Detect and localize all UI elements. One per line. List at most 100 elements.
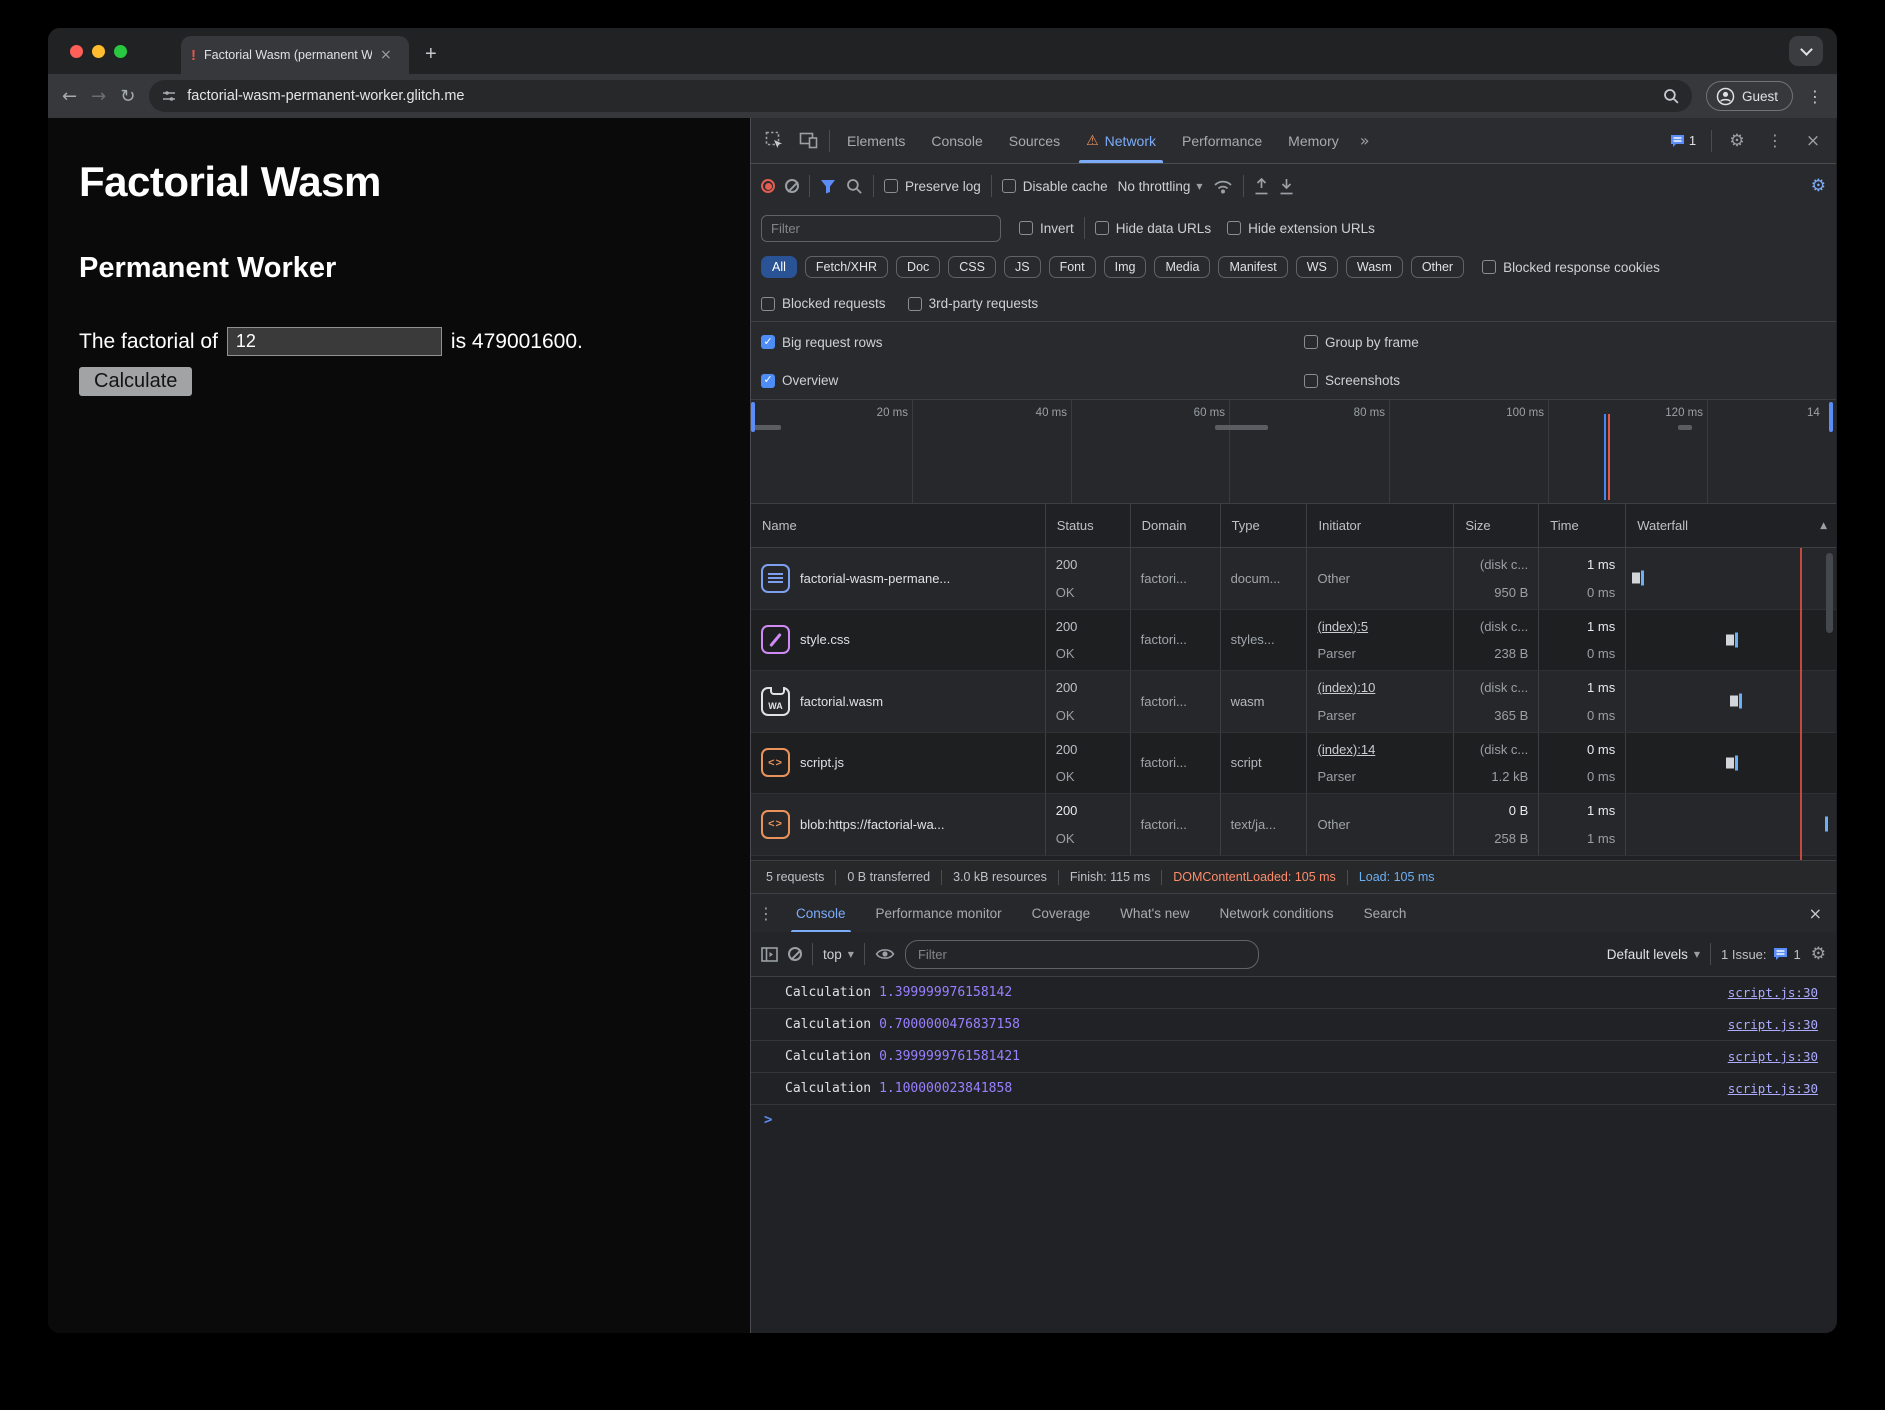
maximize-window-button[interactable] [114, 45, 127, 58]
settings-gear-icon[interactable]: ⚙ [1720, 131, 1754, 151]
tab-memory[interactable]: Memory [1275, 118, 1352, 163]
blocked-requests-option[interactable]: Blocked requests [761, 296, 886, 311]
filter-chip-css[interactable]: CSS [948, 256, 996, 278]
source-link[interactable]: script.js:30 [1728, 1049, 1818, 1064]
console-prompt[interactable]: > [751, 1105, 1836, 1135]
table-scrollbar[interactable] [1826, 553, 1833, 633]
blocked-response-cookies-option[interactable]: Blocked response cookies [1482, 260, 1660, 275]
address-bar[interactable]: factorial-wasm-permanent-worker.glitch.m… [149, 80, 1692, 112]
disable-cache-option[interactable]: Disable cache [1002, 179, 1108, 194]
filter-chip-fetchxhr[interactable]: Fetch/XHR [805, 256, 888, 278]
initiator-link[interactable]: (index):5 [1317, 619, 1453, 634]
log-levels-dropdown[interactable]: Default levels ▼ [1607, 947, 1700, 962]
console-message[interactable]: Calculation 0.3999999761581421 script.js… [751, 1041, 1836, 1073]
filter-chip-manifest[interactable]: Manifest [1218, 256, 1287, 278]
console-message[interactable]: Calculation 0.7000000476837158 script.js… [751, 1009, 1836, 1041]
browser-tab[interactable]: ! Factorial Wasm (permanent W × [181, 36, 409, 74]
hide-extension-urls-checkbox[interactable] [1227, 221, 1241, 235]
source-link[interactable]: script.js:30 [1728, 1017, 1818, 1032]
overview-option[interactable]: Overview [761, 373, 838, 388]
console-issues-counter[interactable]: 1 Issue: 1 [1721, 947, 1801, 962]
clear-console-icon[interactable] [788, 947, 802, 961]
group-by-frame-checkbox[interactable] [1304, 335, 1318, 349]
tab-elements[interactable]: Elements [834, 118, 918, 163]
console-sidebar-toggle-icon[interactable] [761, 947, 778, 962]
network-settings-icon[interactable]: ⚙ [1811, 176, 1826, 196]
blocked-response-cookies-checkbox[interactable] [1482, 260, 1496, 274]
group-by-frame-option[interactable]: Group by frame [1304, 335, 1419, 350]
source-link[interactable]: script.js:30 [1728, 985, 1818, 1000]
filter-chip-font[interactable]: Font [1049, 256, 1096, 278]
disable-cache-checkbox[interactable] [1002, 179, 1016, 193]
search-icon[interactable] [846, 178, 863, 195]
third-party-requests-checkbox[interactable] [908, 297, 922, 311]
export-har-icon[interactable] [1279, 178, 1294, 195]
factorial-input[interactable] [227, 327, 442, 356]
throttling-dropdown[interactable]: No throttling ▼ [1118, 179, 1203, 194]
drawer-tab-performance-monitor[interactable]: Performance monitor [861, 894, 1017, 932]
new-tab-button[interactable]: + [425, 43, 437, 66]
network-overview-timeline[interactable]: 20 ms 40 ms 60 ms 80 ms 100 ms 120 ms 14 [751, 400, 1836, 504]
tab-performance[interactable]: Performance [1169, 118, 1275, 163]
timeline-left-handle[interactable] [751, 402, 755, 432]
drawer-tab-network-conditions[interactable]: Network conditions [1205, 894, 1349, 932]
drawer-menu-icon[interactable]: ⋮ [751, 894, 781, 932]
tab-close-icon[interactable]: × [380, 47, 392, 63]
reload-button[interactable]: ↻ [120, 86, 135, 107]
request-row-script[interactable]: <> script.js 200OK factori... script (in… [751, 733, 1836, 795]
filter-chip-all[interactable]: All [761, 256, 797, 278]
filter-chip-doc[interactable]: Doc [896, 256, 940, 278]
close-devtools-icon[interactable]: × [1796, 131, 1830, 151]
big-request-rows-option[interactable]: Big request rows [761, 335, 883, 350]
column-header-type[interactable]: Type [1221, 504, 1308, 547]
console-message[interactable]: Calculation 1.100000023841858 script.js:… [751, 1073, 1836, 1105]
request-row-wasm[interactable]: WA factorial.wasm 200OK factori... wasm … [751, 671, 1836, 733]
big-request-rows-checkbox[interactable] [761, 335, 775, 349]
filter-funnel-icon[interactable] [820, 179, 836, 194]
devtools-menu-icon[interactable]: ⋮ [1758, 131, 1792, 150]
browser-menu-icon[interactable]: ⋮ [1807, 87, 1823, 106]
filter-chip-wasm[interactable]: Wasm [1346, 256, 1403, 278]
more-tabs-icon[interactable]: » [1352, 118, 1378, 163]
drawer-tab-coverage[interactable]: Coverage [1017, 894, 1106, 932]
minimize-window-button[interactable] [92, 45, 105, 58]
screenshots-option[interactable]: Screenshots [1304, 373, 1400, 388]
console-settings-icon[interactable]: ⚙ [1811, 944, 1826, 964]
filter-chip-media[interactable]: Media [1154, 256, 1210, 278]
request-row-document[interactable]: factorial-wasm-permane... 200OK factori.… [751, 548, 1836, 610]
issues-counter[interactable]: 1 [1663, 133, 1703, 148]
filter-chip-ws[interactable]: WS [1296, 256, 1338, 278]
request-row-blob[interactable]: <> blob:https://factorial-wa... 200OK fa… [751, 794, 1836, 856]
request-row-stylesheet[interactable]: style.css 200OK factori... styles... (in… [751, 610, 1836, 672]
hide-data-urls-checkbox[interactable] [1095, 221, 1109, 235]
back-button[interactable]: ← [62, 86, 77, 107]
console-filter-input[interactable] [905, 940, 1259, 969]
zoom-icon[interactable] [1663, 88, 1680, 105]
initiator-link[interactable]: (index):10 [1317, 680, 1453, 695]
live-expression-eye-icon[interactable] [875, 947, 895, 961]
overview-checkbox[interactable] [761, 374, 775, 388]
preserve-log-checkbox[interactable] [884, 179, 898, 193]
network-conditions-icon[interactable] [1213, 178, 1233, 195]
column-header-size[interactable]: Size [1454, 504, 1539, 547]
hide-data-urls-option[interactable]: Hide data URLs [1095, 221, 1211, 236]
forward-button[interactable]: → [91, 86, 106, 107]
inspect-element-icon[interactable] [757, 118, 791, 163]
tab-network[interactable]: ⚠ Network [1073, 118, 1169, 163]
filter-chip-js[interactable]: JS [1004, 256, 1041, 278]
timeline-right-handle[interactable] [1829, 402, 1833, 432]
column-header-name[interactable]: Name [751, 504, 1046, 547]
device-toolbar-icon[interactable] [791, 118, 825, 163]
calculate-button[interactable]: Calculate [79, 367, 192, 396]
profile-chip[interactable]: Guest [1706, 81, 1793, 111]
column-header-waterfall[interactable]: Waterfall ▲ [1626, 504, 1836, 547]
screenshots-checkbox[interactable] [1304, 374, 1318, 388]
network-filter-input[interactable] [761, 215, 1001, 242]
drawer-tab-search[interactable]: Search [1349, 894, 1422, 932]
close-drawer-icon[interactable]: × [1795, 894, 1836, 932]
tab-sources[interactable]: Sources [996, 118, 1073, 163]
hide-extension-urls-option[interactable]: Hide extension URLs [1227, 221, 1375, 236]
tab-search-button[interactable] [1789, 36, 1823, 66]
import-har-icon[interactable] [1254, 178, 1269, 195]
column-header-domain[interactable]: Domain [1131, 504, 1221, 547]
